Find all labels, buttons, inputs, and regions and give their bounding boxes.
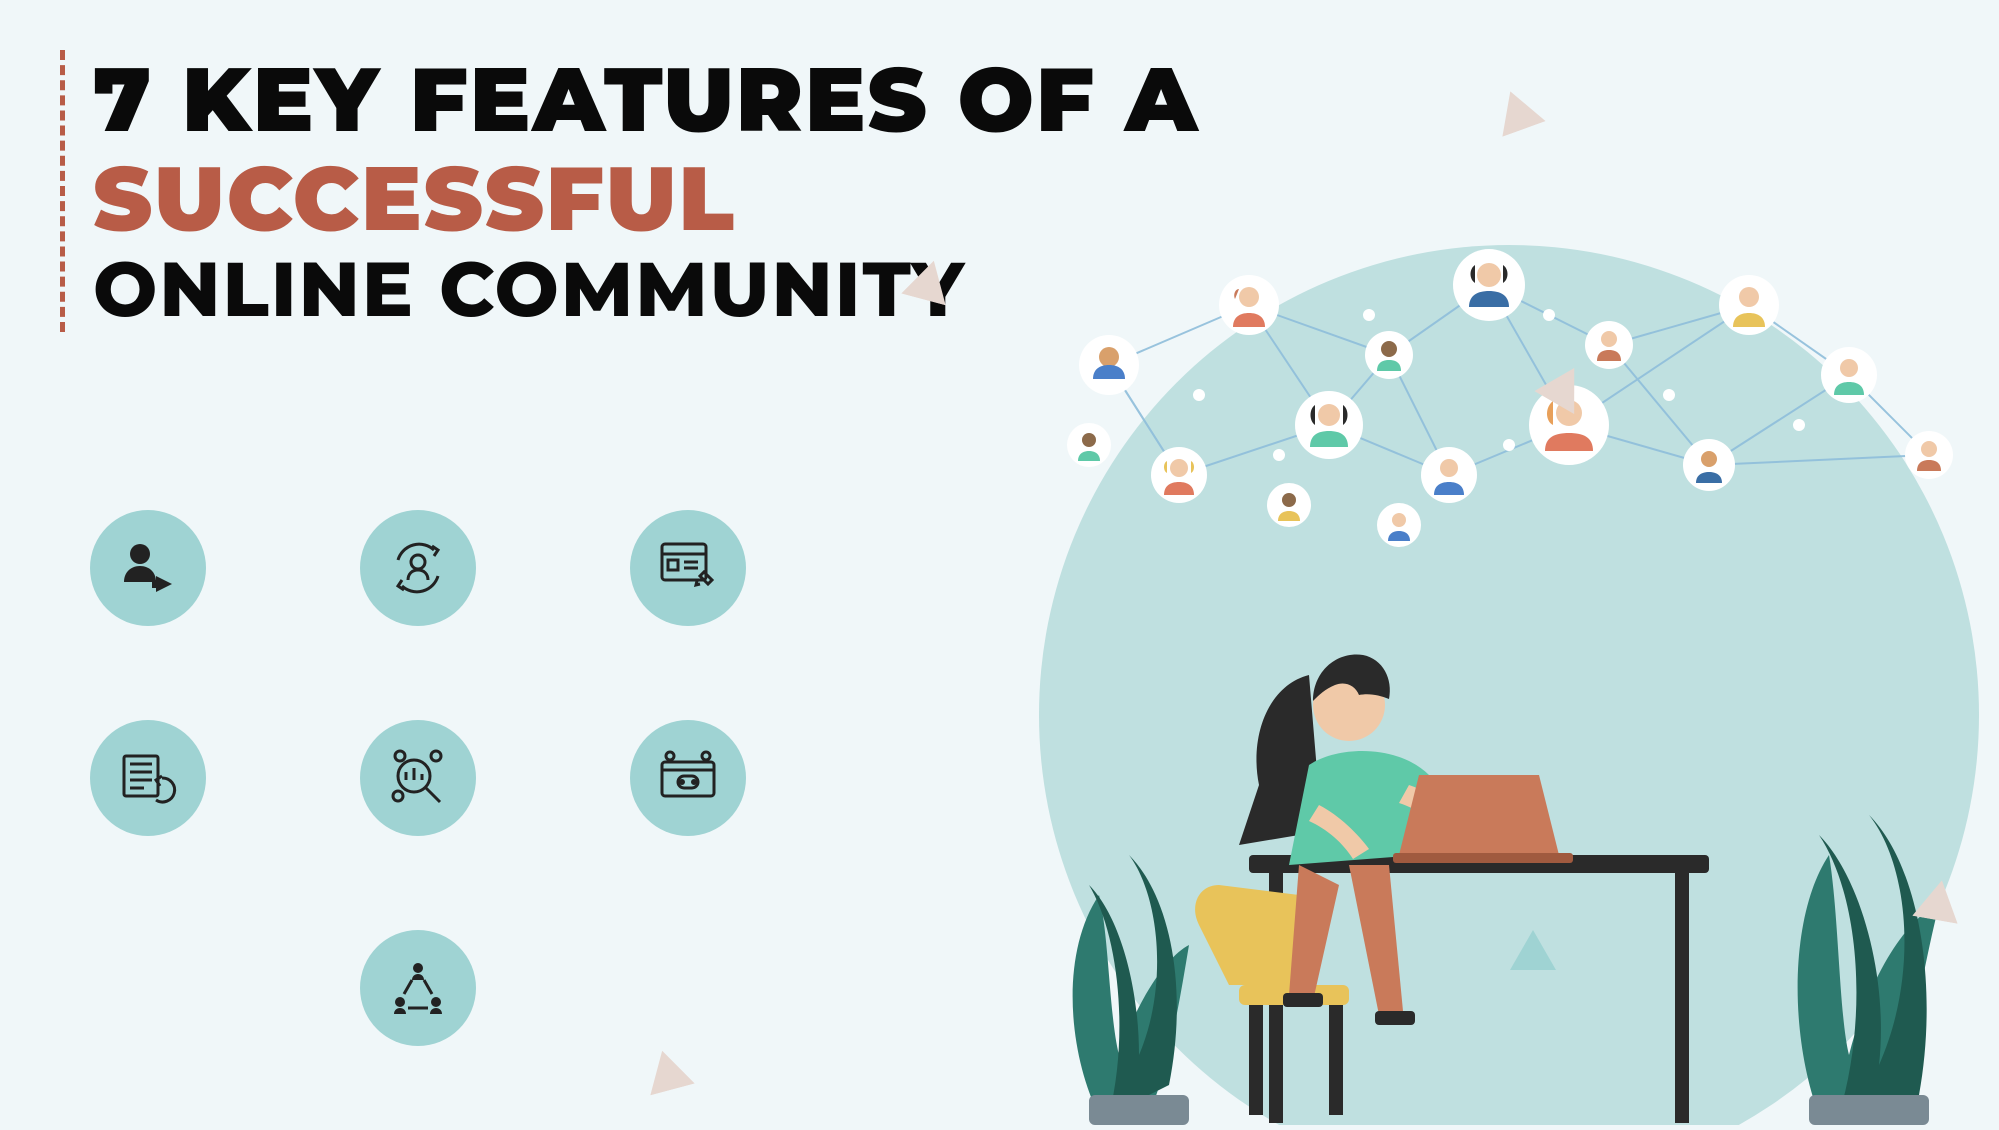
- gamification-icon: [630, 720, 746, 836]
- analytics-icon: [360, 720, 476, 836]
- decorative-triangle-icon: [1911, 876, 1964, 928]
- collaboration-icon: [360, 930, 476, 1046]
- title-line-1: 7 KEY FEATURES OF A: [93, 50, 1199, 149]
- decorative-triangle-icon: [1510, 930, 1556, 975]
- content-builder-icon: [630, 510, 746, 626]
- feature-icons: [90, 510, 770, 1070]
- hero-illustration: [949, 245, 1999, 1125]
- spokesperson-icon: [90, 510, 206, 626]
- news-feed-icon: [90, 720, 206, 836]
- lifecycle-icon: [360, 510, 476, 626]
- title-highlight: SUCCESSFUL: [93, 149, 1199, 248]
- decorative-triangle-icon: [1489, 83, 1548, 141]
